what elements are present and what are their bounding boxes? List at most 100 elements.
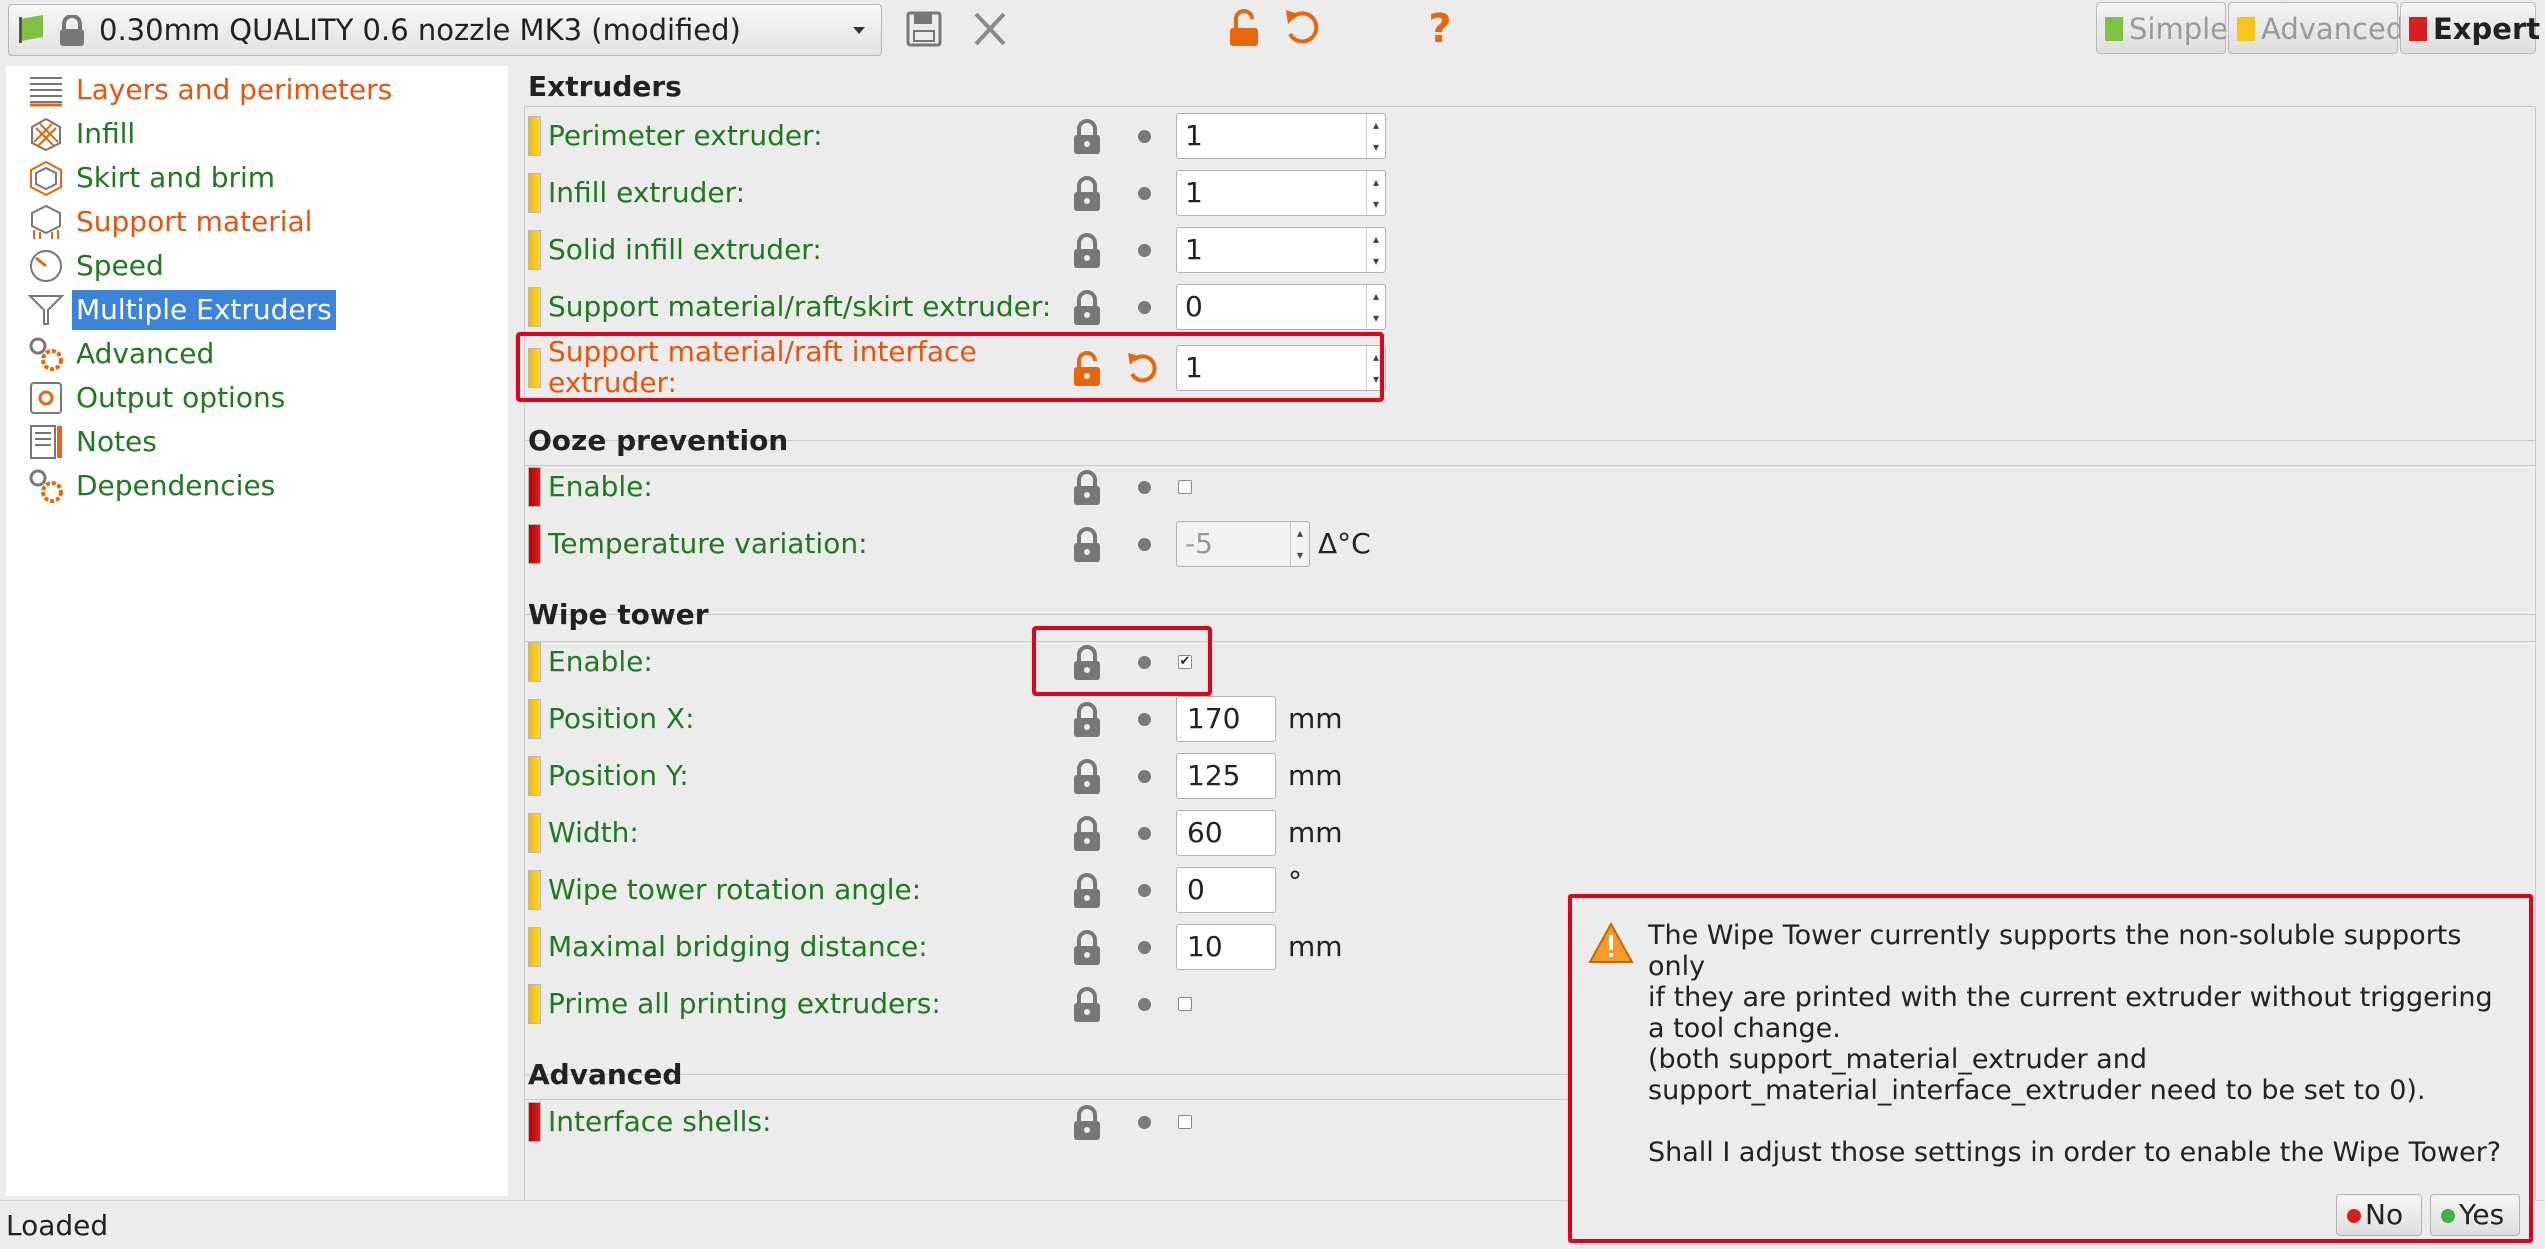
chevron-down-icon[interactable] <box>853 27 865 34</box>
dialog-message-line: only <box>1648 951 1706 982</box>
width-input[interactable]: 60 <box>1176 810 1276 856</box>
simple-mode-icon <box>2105 17 2123 41</box>
warning-icon <box>1588 922 1634 963</box>
bridging-distance-input[interactable]: 10 <box>1176 924 1276 970</box>
status-text: Loaded <box>6 1209 109 1242</box>
bullet-icon[interactable] <box>1138 1116 1151 1129</box>
rotation-angle-input[interactable]: 0 <box>1176 867 1276 913</box>
bullet-icon[interactable] <box>1138 713 1151 726</box>
lock-icon[interactable] <box>1070 701 1104 739</box>
bullet-icon[interactable] <box>1138 827 1151 840</box>
prime-all-extruders-checkbox[interactable] <box>1178 997 1192 1011</box>
dialog-message-line: The Wipe Tower currently supports the no… <box>1648 920 2462 951</box>
output-icon <box>30 382 62 414</box>
top-toolbar: 0.30mm QUALITY 0.6 nozzle MK3 (modified)… <box>0 0 2545 62</box>
bullet-icon[interactable] <box>1138 187 1151 200</box>
lock-icon[interactable] <box>1070 526 1104 564</box>
lock-icon[interactable] <box>1070 929 1104 967</box>
preset-selector[interactable]: 0.30mm QUALITY 0.6 nozzle MK3 (modified) <box>8 4 882 56</box>
bullet-icon[interactable] <box>1138 244 1151 257</box>
no-button[interactable]: No <box>2336 1194 2422 1236</box>
mode-marker <box>528 287 541 327</box>
mode-marker <box>528 699 541 739</box>
mode-simple-button[interactable]: Simple <box>2096 2 2228 54</box>
group-title-advanced: Advanced <box>528 1058 683 1091</box>
unit-label: mm <box>1288 930 1343 963</box>
speed-icon <box>30 250 62 282</box>
yes-button[interactable]: Yes <box>2430 1194 2520 1236</box>
lock-icon <box>60 15 84 46</box>
option-temperature-variation: Temperature variation: -5 ▴ ▾ Δ°C <box>528 518 2528 570</box>
group-title-ooze-prevention: Ooze prevention <box>528 424 789 457</box>
settings-page-list: Layers and perimeters Infill Skirt and b… <box>6 66 508 1196</box>
mode-marker <box>528 984 541 1024</box>
support-material-extruder-input[interactable]: 0 ▴ ▾ <box>1176 284 1386 330</box>
mode-marker <box>528 173 541 213</box>
spin-arrows-icon[interactable]: ▴ ▾ <box>1366 228 1385 272</box>
lock-icon[interactable] <box>1070 815 1104 853</box>
bullet-icon[interactable] <box>1138 481 1151 494</box>
help-icon[interactable]: ? <box>1418 6 1462 52</box>
lock-icon[interactable] <box>1070 289 1104 327</box>
option-label: Interface shells: <box>548 1105 772 1138</box>
bullet-icon[interactable] <box>1138 998 1151 1011</box>
lock-icon[interactable] <box>1070 758 1104 796</box>
option-label: Infill extruder: <box>548 176 746 209</box>
group-title-extruders: Extruders <box>528 70 682 103</box>
unit-label: Δ°C <box>1318 527 1371 560</box>
lock-open-icon[interactable] <box>1222 6 1266 52</box>
bullet-icon[interactable] <box>1138 941 1151 954</box>
option-label: Wipe tower rotation angle: <box>548 873 922 906</box>
lock-icon[interactable] <box>1070 986 1104 1024</box>
highlight-box <box>1032 626 1212 696</box>
option-ooze-enable: Enable: <box>528 461 2528 513</box>
bullet-icon[interactable] <box>1138 884 1151 897</box>
temperature-variation-input[interactable]: -5 ▴ ▾ <box>1176 521 1310 567</box>
lock-icon[interactable] <box>1070 469 1104 507</box>
option-label: Support material/raft/skirt extruder: <box>548 290 1052 323</box>
bullet-icon[interactable] <box>1138 770 1151 783</box>
notes-icon <box>30 425 62 459</box>
position-x-input[interactable]: 170 <box>1176 696 1276 742</box>
option-infill-extruder: Infill extruder: 1 ▴ ▾ <box>528 167 2528 219</box>
spin-arrows-icon[interactable]: ▴ ▾ <box>1290 522 1309 566</box>
mode-marker <box>528 230 541 270</box>
option-label: Temperature variation: <box>548 527 868 560</box>
solid-infill-extruder-input[interactable]: 1 ▴ ▾ <box>1176 227 1386 273</box>
dialog-message-line: Shall I adjust those settings in order t… <box>1648 1137 2502 1168</box>
option-width: Width: 60 mm <box>528 807 2528 859</box>
lock-icon[interactable] <box>1070 175 1104 213</box>
perimeter-extruder-input[interactable]: 1 ▴ ▾ <box>1176 113 1386 159</box>
option-support-material-extruder: Support material/raft/skirt extruder: 0 … <box>528 281 2528 333</box>
spin-arrows-icon[interactable]: ▴ ▾ <box>1366 114 1385 158</box>
bullet-icon[interactable] <box>1138 538 1151 551</box>
bullet-icon[interactable] <box>1138 301 1151 314</box>
spin-arrows-icon[interactable]: ▴ ▾ <box>1366 285 1385 329</box>
preset-name: 0.30mm QUALITY 0.6 nozzle MK3 (modified) <box>99 13 741 47</box>
lock-icon[interactable] <box>1070 1104 1104 1142</box>
dialog-message-line: if they are printed with the current ext… <box>1648 982 2493 1013</box>
lock-icon[interactable] <box>1070 872 1104 910</box>
lock-icon[interactable] <box>1070 118 1104 156</box>
option-label: Solid infill extruder: <box>548 233 822 266</box>
spin-arrows-icon[interactable]: ▴ ▾ <box>1366 171 1385 215</box>
position-y-input[interactable]: 125 <box>1176 753 1276 799</box>
infill-extruder-input[interactable]: 1 ▴ ▾ <box>1176 170 1386 216</box>
mode-marker <box>528 1102 541 1142</box>
highlight-box <box>516 332 1384 402</box>
save-icon[interactable] <box>902 6 946 52</box>
lock-icon[interactable] <box>1070 232 1104 270</box>
bullet-icon[interactable] <box>1138 130 1151 143</box>
mode-expert-button[interactable]: Expert <box>2400 2 2540 54</box>
expert-mode-icon <box>2409 17 2427 41</box>
infill-icon <box>31 117 61 152</box>
delete-icon[interactable] <box>968 6 1012 52</box>
interface-shells-checkbox[interactable] <box>1178 1115 1192 1129</box>
mode-marker <box>528 642 541 682</box>
ooze-enable-checkbox[interactable] <box>1178 480 1192 494</box>
option-position-x: Position X: 170 mm <box>528 693 2528 745</box>
option-wipe-tower-enable: Enable: ✔ <box>528 636 2528 688</box>
option-label: Perimeter extruder: <box>548 119 823 152</box>
undo-icon[interactable] <box>1280 6 1324 52</box>
mode-advanced-button[interactable]: Advanced <box>2228 2 2404 54</box>
